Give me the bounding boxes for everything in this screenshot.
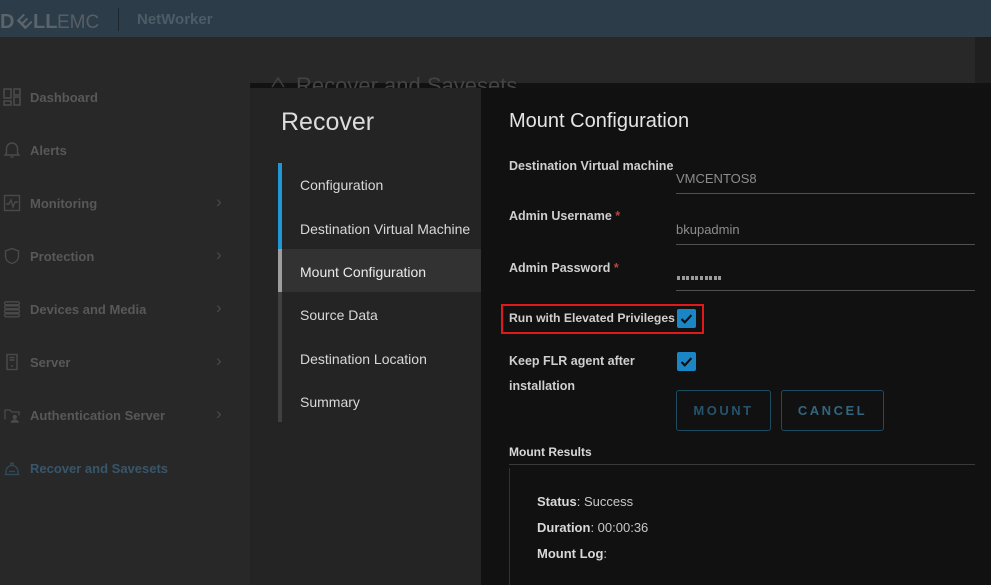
svg-text:EMC: EMC [57,12,99,32]
svg-text:D: D [0,12,14,32]
svg-text:LL: LL [33,12,57,32]
